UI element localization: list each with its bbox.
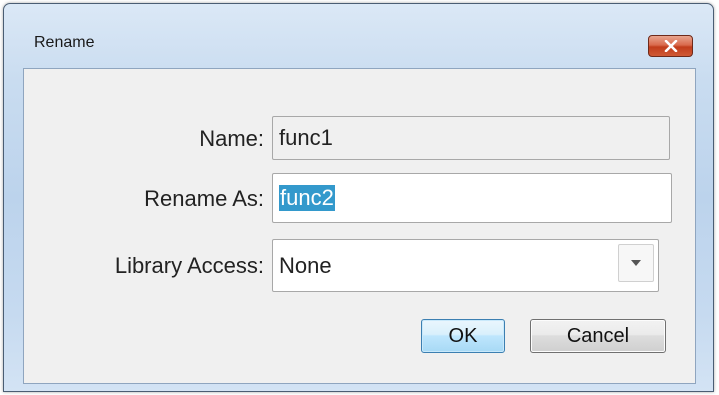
rename-as-input[interactable]: func2	[272, 173, 672, 223]
name-field: func1	[272, 116, 670, 160]
name-label: Name:	[199, 126, 264, 151]
library-access-label: Library Access:	[114, 253, 264, 278]
dialog-body: Name: func1 Rename As: func2 Library Acc…	[23, 68, 696, 384]
rename-dialog: Rename Name: func1 Rename As: func2 Libr…	[3, 3, 714, 392]
rename-as-value: func2	[279, 185, 335, 211]
cancel-button[interactable]: Cancel	[530, 319, 666, 353]
close-icon	[664, 40, 677, 52]
dialog-title: Rename	[34, 34, 95, 51]
name-value: func1	[279, 125, 333, 150]
ok-button[interactable]: OK	[421, 319, 505, 353]
library-access-select[interactable]: None	[272, 239, 659, 292]
library-access-value: None	[279, 252, 332, 278]
title-bar[interactable]: Rename	[4, 4, 713, 57]
rename-as-label: Rename As:	[144, 186, 264, 211]
chevron-down-icon	[631, 260, 641, 266]
library-access-dropdown-button[interactable]	[618, 244, 654, 282]
close-button[interactable]	[648, 35, 693, 57]
